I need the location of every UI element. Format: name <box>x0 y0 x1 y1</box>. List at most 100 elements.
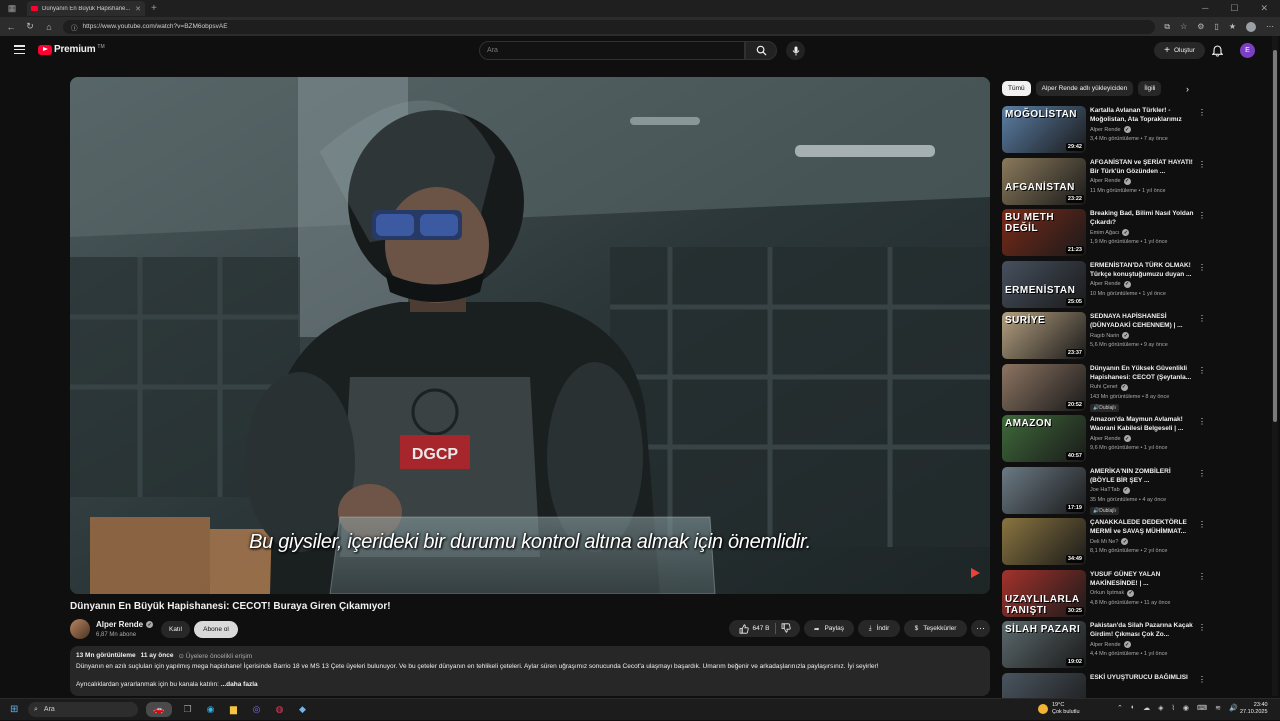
window-menu-icon[interactable]: ▦ <box>5 2 19 16</box>
search-button[interactable] <box>745 41 777 60</box>
onedrive-icon[interactable]: ☁ <box>1143 704 1150 712</box>
more-options-icon[interactable]: ⋮ <box>1198 469 1206 478</box>
recommendation-thumbnail[interactable]: MOĞOLİSTAN 29:42 <box>1002 106 1086 153</box>
chip-related[interactable]: İlgili <box>1138 81 1162 96</box>
recommendation-item[interactable]: SİLAH PAZARI 19:02 Pakistan'da Silah Pazar… <box>1002 621 1262 669</box>
close-tab-icon[interactable]: ✕ <box>135 5 141 13</box>
chevron-right-icon[interactable]: › <box>1186 84 1189 94</box>
notifications-bell-icon[interactable] <box>1211 44 1224 62</box>
recommendation-item[interactable]: ERMENİSTAN 25:05 ERMENİSTAN'DA TÜRK OLMAK!… <box>1002 260 1262 309</box>
task-view-icon[interactable]: ❐ <box>180 702 195 717</box>
recommendation-thumbnail[interactable]: SURİYE 23:37 <box>1002 312 1086 359</box>
taskbar-search[interactable]: ⌕ Ara <box>28 702 138 717</box>
more-options-icon[interactable]: ⋮ <box>1198 108 1206 117</box>
address-bar[interactable]: ⓘ https://www.youtube.com/watch?v=BZM6ob… <box>63 19 1156 34</box>
more-options-icon[interactable]: ⋮ <box>1198 623 1206 632</box>
app-icon-2[interactable]: ◍ <box>272 702 287 717</box>
recommendation-channel[interactable]: Ragıb Narin ✓ <box>1090 332 1130 339</box>
download-button[interactable]: ⤓ İndir <box>858 620 900 637</box>
volume-icon[interactable]: 🔊 <box>1229 704 1238 712</box>
recommendation-thumbnail[interactable]: 34:49 <box>1002 518 1086 565</box>
channel-watermark-icon[interactable] <box>971 568 980 578</box>
recommendation-channel[interactable]: Alper Rende ✓ <box>1090 177 1131 185</box>
page-scrollbar[interactable] <box>1272 36 1278 696</box>
extensions-icon[interactable]: ⚙ <box>1197 22 1204 31</box>
close-window-icon[interactable]: ✕ <box>1260 3 1268 14</box>
recommendation-item[interactable]: 17:19 AMERİKA'NIN ZOMBİLERİ (BÖYLE BİR ŞE… <box>1002 466 1262 515</box>
more-options-icon[interactable]: ⋮ <box>1198 211 1206 220</box>
weather-widget[interactable]: 19°C Çok bulutlu <box>1038 702 1080 715</box>
recommendation-item[interactable]: MOĞOLİSTAN 29:42 Kartalla Avlanan Türkler!… <box>1002 106 1262 154</box>
search-input[interactable]: Ara <box>479 41 745 60</box>
scrollbar-thumb[interactable] <box>1273 50 1277 422</box>
recommendation-item[interactable]: 34:49 ÇANAKKALEDE DEDEKTÖRLE MERMİ ve SAV… <box>1002 518 1262 566</box>
hamburger-menu-icon[interactable] <box>14 45 25 54</box>
recommendation-item[interactable]: UZAYLILARLA TANIŞTI 30:25 YUSUF GÜNEY YALA… <box>1002 569 1262 618</box>
like-button[interactable]: 647 B <box>739 623 770 634</box>
recommendation-channel[interactable]: Orkun Işıtmak ✓ <box>1090 589 1135 597</box>
new-tab-icon[interactable]: + <box>151 3 157 14</box>
favorites-icon[interactable]: ★ <box>1229 22 1236 31</box>
split-screen-icon[interactable]: ▯ <box>1214 22 1218 31</box>
back-icon[interactable]: ← <box>6 22 16 32</box>
more-options-icon[interactable]: ⋮ <box>1198 263 1206 272</box>
language-icon[interactable]: ⌨ <box>1197 704 1207 712</box>
more-options-icon[interactable]: ⋮ <box>1198 160 1206 169</box>
create-button[interactable]: + Oluştur <box>1154 42 1205 59</box>
more-actions-button[interactable]: ⋯ <box>971 620 990 637</box>
recommendation-channel[interactable]: Alper Rende ✓ <box>1090 641 1131 648</box>
recommendation-channel[interactable]: Alper Rende ✓ <box>1090 435 1131 442</box>
tray-overflow-icon[interactable]: ⌃ <box>1117 704 1123 712</box>
more-options-icon[interactable]: ⋮ <box>1198 366 1206 375</box>
site-info-icon[interactable]: ⓘ <box>71 22 78 32</box>
recommendation-thumbnail[interactable]: SİLAH PAZARI 19:02 <box>1002 621 1086 668</box>
tray-app-icon-2[interactable]: ◈ <box>1158 704 1163 712</box>
recommendation-channel[interactable]: Alper Rende ✓ <box>1090 126 1131 133</box>
recommendation-item[interactable]: AMAZON 40:57 Amazon'da Maymun Avlamak! Wao… <box>1002 415 1262 463</box>
recommendation-thumbnail[interactable]: 20:52 <box>1002 363 1086 411</box>
file-explorer-icon[interactable]: ▆ <box>226 702 241 717</box>
dislike-button[interactable] <box>781 622 791 635</box>
recommendation-thumbnail[interactable]: AMAZON 40:57 <box>1002 415 1086 462</box>
more-options-icon[interactable]: ⋮ <box>1198 314 1206 323</box>
recommendation-thumbnail[interactable]: AFGANİSTAN 23:22 <box>1002 157 1086 205</box>
subscribe-button[interactable]: Abone ol <box>194 621 238 638</box>
recommendation-channel[interactable]: Alper Rende ✓ <box>1090 280 1131 288</box>
tray-app-icon-3[interactable]: ◉ <box>1183 704 1189 712</box>
more-options-icon[interactable]: ⋮ <box>1198 417 1206 426</box>
chip-from-uploader[interactable]: Alper Rende adlı yükleyiciden <box>1035 81 1134 96</box>
browser-menu-icon[interactable]: ⋯ <box>1266 22 1274 31</box>
recommendation-item[interactable]: SURİYE 23:37 SEDNAYA HAPİSHANESİ (DÜNYADAK… <box>1002 312 1262 360</box>
join-button[interactable]: Katıl <box>161 621 190 638</box>
more-options-icon[interactable]: ⋮ <box>1198 520 1206 529</box>
edge-browser-icon[interactable]: ◉ <box>203 702 218 717</box>
voice-search-button[interactable] <box>786 41 805 60</box>
thanks-button[interactable]: $ Teşekkürler <box>904 620 967 637</box>
network-icon[interactable]: ⌇ <box>1172 704 1175 712</box>
youtube-premium-logo[interactable]: Premium TM <box>38 44 105 55</box>
browser-tab[interactable]: Dünyanın En Büyük Hapishane... ✕ <box>27 1 145 16</box>
recommendation-thumbnail[interactable]: BU METH DEĞİL 21:23 <box>1002 209 1086 256</box>
channel-name[interactable]: Alper Rende ✓ <box>96 620 154 629</box>
recommendation-channel[interactable]: Joe HaTTab ✓ <box>1090 486 1130 494</box>
recommendation-channel[interactable]: Ruhi Çenet ✓ <box>1090 383 1128 391</box>
maximize-icon[interactable]: ☐ <box>1230 3 1238 14</box>
recommendation-channel[interactable]: Emim Ağacı ✓ <box>1090 229 1130 236</box>
windows-start-icon[interactable]: ⊞ <box>10 704 18 715</box>
favorite-icon[interactable]: ☆ <box>1180 22 1187 31</box>
description-box[interactable]: 13 Mn görüntüleme 11 ay önce ⊙ Üyelere ö… <box>70 646 990 696</box>
recommendation-item[interactable]: 20:52 Dünyanın En Yüksek Güvenlikli Hapis… <box>1002 363 1262 412</box>
recommendation-channel[interactable]: Deli Mi Ne? ✓ <box>1090 538 1129 545</box>
reload-icon[interactable]: ↻ <box>25 21 35 32</box>
recommendation-item[interactable]: AFGANİSTAN 23:22 AFGANİSTAN ve ŞERİAT HAYA… <box>1002 157 1262 206</box>
more-options-icon[interactable]: ⋮ <box>1198 675 1206 684</box>
app-icon[interactable]: ◎ <box>249 702 264 717</box>
minimize-icon[interactable]: ─ <box>1202 3 1208 14</box>
chip-all[interactable]: Tümü <box>1002 81 1031 96</box>
recommendation-thumbnail[interactable]: ERMENİSTAN 25:05 <box>1002 260 1086 308</box>
recommendation-thumbnail[interactable]: 17:19 <box>1002 466 1086 514</box>
recommendation-item[interactable]: BU METH DEĞİL 21:23 Breaking Bad, Bilimi N… <box>1002 209 1262 257</box>
browser-profile-icon[interactable] <box>1246 21 1256 32</box>
steam-icon[interactable]: ◆ <box>295 702 310 717</box>
wifi-icon[interactable]: ≋ <box>1215 704 1221 712</box>
